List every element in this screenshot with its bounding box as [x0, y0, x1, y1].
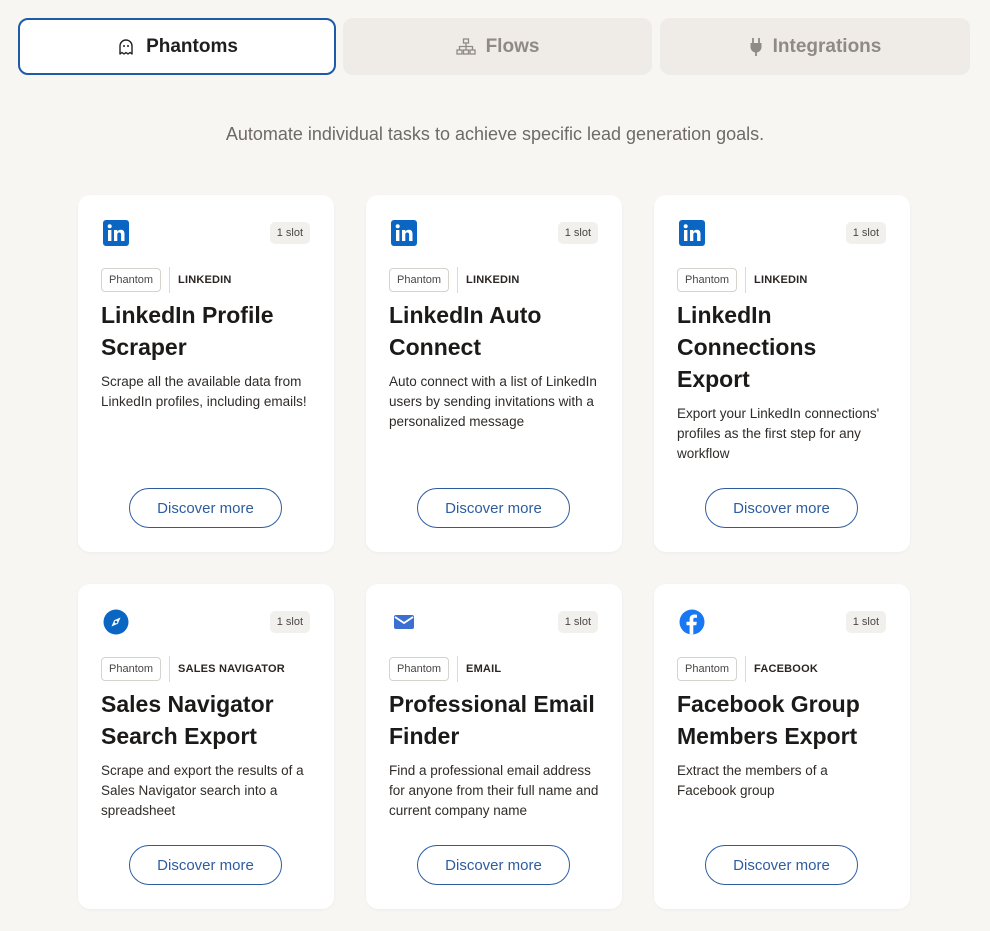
- discover-more-button[interactable]: Discover more: [705, 845, 858, 885]
- slot-badge: 1 slot: [557, 222, 598, 244]
- card-title: LinkedIn Connections Export: [677, 302, 817, 392]
- discover-more-button[interactable]: Discover more: [417, 845, 570, 885]
- slot-badge: 1 slot: [845, 611, 886, 633]
- card-tags: Phantom LINKEDIN: [389, 267, 520, 293]
- type-tag: Phantom: [677, 268, 738, 292]
- tab-label: Integrations: [772, 35, 882, 57]
- type-tag: Phantom: [101, 657, 162, 681]
- card-description: Auto connect with a list of LinkedIn use…: [389, 374, 597, 429]
- discover-more-button[interactable]: Discover more: [129, 488, 282, 528]
- flow-diagram-icon: [455, 37, 476, 56]
- slot-badge: 1 slot: [269, 611, 310, 633]
- type-tag: Phantom: [389, 268, 450, 292]
- type-tag: Phantom: [677, 657, 738, 681]
- card-tags: Phantom EMAIL: [389, 656, 501, 682]
- card-title: LinkedIn Auto Connect: [389, 302, 542, 360]
- slot-badge: 1 slot: [845, 222, 886, 244]
- platform-tag: LINKEDIN: [178, 274, 232, 286]
- card-title: LinkedIn Profile Scraper: [101, 302, 274, 360]
- tab-phantoms[interactable]: Phantoms: [18, 18, 336, 75]
- phantom-card[interactable]: 1 slot Phantom LINKEDIN LinkedIn Connect…: [654, 195, 910, 552]
- card-tags: Phantom LINKEDIN: [101, 267, 232, 293]
- linkedin-icon: [391, 220, 419, 248]
- card-description: Export your LinkedIn connections' profil…: [677, 406, 880, 461]
- platform-tag: SALES NAVIGATOR: [178, 663, 285, 675]
- phantom-card[interactable]: 1 slot Phantom LINKEDIN LinkedIn Profile…: [78, 195, 334, 552]
- page-subtitle: Automate individual tasks to achieve spe…: [225, 124, 765, 144]
- card-tags: Phantom LINKEDIN: [677, 267, 808, 293]
- card-description: Find a professional email address for an…: [389, 763, 599, 818]
- tag-divider: [169, 267, 171, 293]
- card-title: Sales Navigator Search Export: [101, 691, 274, 749]
- discover-more-button[interactable]: Discover more: [129, 845, 282, 885]
- tag-divider: [745, 267, 747, 293]
- tag-divider: [457, 267, 459, 293]
- tag-divider: [457, 656, 459, 682]
- card-tags: Phantom SALES NAVIGATOR: [101, 656, 285, 682]
- discover-more-button[interactable]: Discover more: [417, 488, 570, 528]
- ghost-icon: [116, 37, 136, 57]
- tag-divider: [745, 656, 747, 682]
- slot-badge: 1 slot: [269, 222, 310, 244]
- tab-bar: Phantoms Flows Integrations: [18, 18, 970, 76]
- card-title: Professional Email Finder: [389, 691, 595, 749]
- linkedin-icon: [103, 220, 131, 248]
- tab-integrations[interactable]: Integrations: [660, 18, 970, 75]
- card-description: Scrape all the available data from Linke…: [101, 374, 307, 409]
- type-tag: Phantom: [101, 268, 162, 292]
- type-tag: Phantom: [389, 657, 450, 681]
- phantom-card[interactable]: 1 slot Phantom EMAIL Professional Email …: [366, 584, 622, 909]
- phantom-card[interactable]: 1 slot Phantom SALES NAVIGATOR Sales Nav…: [78, 584, 334, 909]
- card-description: Scrape and export the results of a Sales…: [101, 763, 304, 818]
- platform-tag: FACEBOOK: [754, 663, 818, 675]
- card-title: Facebook Group Members Export: [677, 691, 860, 749]
- tab-label: Phantoms: [146, 35, 238, 57]
- plug-icon: [749, 37, 763, 57]
- card-description: Extract the members of a Facebook group: [677, 763, 828, 798]
- discover-more-button[interactable]: Discover more: [705, 488, 858, 528]
- tab-flows[interactable]: Flows: [343, 18, 652, 75]
- slot-badge: 1 slot: [557, 611, 598, 633]
- phantom-card[interactable]: 1 slot Phantom LINKEDIN LinkedIn Auto Co…: [366, 195, 622, 552]
- tag-divider: [169, 656, 171, 682]
- platform-tag: LINKEDIN: [754, 274, 808, 286]
- compass-icon: [103, 609, 131, 637]
- card-tags: Phantom FACEBOOK: [677, 656, 818, 682]
- facebook-icon: [679, 609, 707, 637]
- linkedin-icon: [679, 220, 707, 248]
- platform-tag: EMAIL: [466, 663, 502, 675]
- phantom-card[interactable]: 1 slot Phantom FACEBOOK Facebook Group M…: [654, 584, 910, 909]
- tab-label: Flows: [485, 35, 540, 57]
- platform-tag: LINKEDIN: [466, 274, 520, 286]
- envelope-icon: [391, 609, 419, 637]
